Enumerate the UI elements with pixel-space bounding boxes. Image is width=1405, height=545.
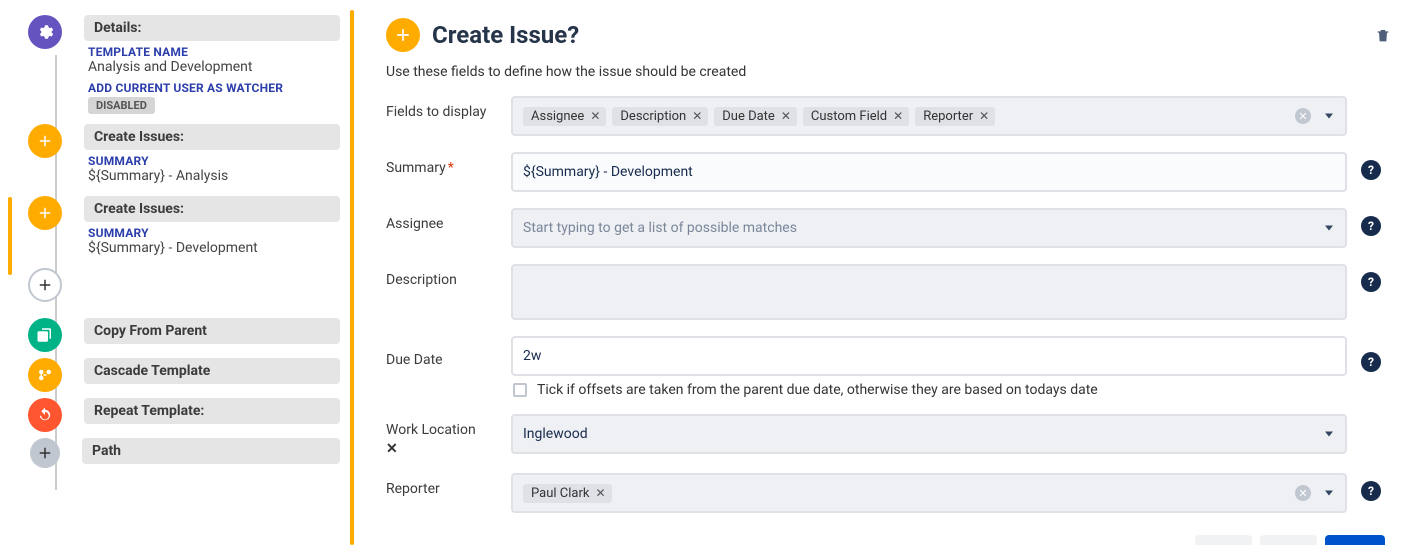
watcher-label: ADD CURRENT USER AS WATCHER bbox=[84, 81, 340, 95]
copy-parent-header: Copy From Parent bbox=[84, 318, 340, 344]
template-name-label: TEMPLATE NAME bbox=[84, 45, 340, 59]
chip-remove[interactable]: ✕ bbox=[979, 109, 989, 123]
timeline-node-copy-parent[interactable]: Copy From Parent bbox=[28, 318, 340, 352]
chip-remove[interactable]: ✕ bbox=[781, 109, 791, 123]
timeline-selection-indicator bbox=[8, 197, 12, 275]
create-1-summary-value: ${Summary} - Analysis bbox=[84, 168, 340, 184]
delete-button[interactable] bbox=[1375, 28, 1391, 48]
work-location-select[interactable]: Inglewood bbox=[511, 414, 1347, 454]
chip-remove[interactable]: ✕ bbox=[893, 109, 903, 123]
assignee-select[interactable]: Start typing to get a list of possible m… bbox=[511, 208, 1347, 248]
due-date-offset-checkbox[interactable]: Tick if offsets are taken from the paren… bbox=[511, 376, 1347, 398]
prev-button[interactable]: Prev bbox=[1195, 535, 1252, 545]
create-2-header: Create Issues: bbox=[84, 196, 340, 222]
plus-icon bbox=[30, 438, 60, 468]
chip-assignee: Assignee✕ bbox=[523, 107, 606, 126]
label-summary: Summary* bbox=[386, 152, 511, 176]
chip-due-date: Due Date✕ bbox=[714, 107, 797, 126]
chip-description: Description✕ bbox=[612, 107, 708, 126]
checkbox-icon bbox=[513, 383, 527, 397]
plus-icon bbox=[28, 124, 62, 158]
timeline-node-details[interactable]: Details: TEMPLATE NAME Analysis and Deve… bbox=[28, 15, 340, 114]
template-name-value: Analysis and Development bbox=[84, 59, 340, 75]
create-2-summary-label: SUMMARY bbox=[84, 226, 340, 240]
label-due-date: Due Date bbox=[386, 336, 511, 368]
chip-remove[interactable]: ✕ bbox=[692, 109, 702, 123]
cascade-header: Cascade Template bbox=[84, 358, 340, 384]
help-icon[interactable]: ? bbox=[1361, 481, 1381, 501]
help-icon[interactable]: ? bbox=[1361, 272, 1381, 292]
timeline-node-cascade[interactable]: Cascade Template bbox=[28, 358, 340, 392]
plus-icon bbox=[386, 18, 420, 52]
timeline-add-node[interactable] bbox=[28, 268, 340, 302]
fields-to-display-select[interactable]: Assignee✕ Description✕ Due Date✕ Custom … bbox=[511, 96, 1347, 136]
create-2-summary-value: ${Summary} - Development bbox=[84, 240, 340, 256]
chip-reporter: Reporter✕ bbox=[915, 107, 995, 126]
plus-icon bbox=[28, 268, 62, 302]
cascade-icon bbox=[28, 358, 62, 392]
label-description: Description bbox=[386, 264, 511, 288]
chip-reporter-user: Paul Clark✕ bbox=[523, 484, 612, 503]
label-fields-to-display: Fields to display bbox=[386, 96, 511, 120]
timeline-node-path[interactable]: Path bbox=[28, 438, 340, 468]
timeline-node-create-2[interactable]: Create Issues: SUMMARY ${Summary} - Deve… bbox=[28, 196, 340, 262]
gear-icon bbox=[28, 15, 62, 49]
chip-remove[interactable]: ✕ bbox=[590, 109, 600, 123]
copy-icon bbox=[28, 318, 62, 352]
save-button[interactable]: Save bbox=[1325, 535, 1385, 545]
create-1-header: Create Issues: bbox=[84, 124, 340, 150]
details-header: Details: bbox=[84, 15, 340, 41]
clear-all-icon[interactable]: ✕ bbox=[1295, 108, 1311, 124]
next-button[interactable]: Next bbox=[1260, 535, 1317, 545]
pane-title: Create Issue? bbox=[432, 21, 579, 49]
reporter-select[interactable]: Paul Clark✕ ✕ bbox=[511, 473, 1347, 513]
create-1-summary-label: SUMMARY bbox=[84, 154, 340, 168]
label-reporter: Reporter bbox=[386, 473, 511, 497]
watcher-badge: DISABLED bbox=[88, 97, 155, 114]
label-assignee: Assignee bbox=[386, 208, 511, 232]
chip-remove[interactable]: ✕ bbox=[595, 486, 605, 500]
pane-description: Use these fields to define how the issue… bbox=[386, 64, 1385, 80]
label-work-location: Work Location ✕ bbox=[386, 414, 511, 457]
repeat-icon bbox=[28, 398, 62, 432]
plus-icon bbox=[28, 196, 62, 230]
summary-input[interactable]: ${Summary} - Development bbox=[511, 152, 1347, 192]
timeline-pane: Details: TEMPLATE NAME Analysis and Deve… bbox=[0, 0, 350, 545]
form-pane: Create Issue? Use these fields to define… bbox=[354, 0, 1405, 545]
clear-all-icon[interactable]: ✕ bbox=[1295, 485, 1311, 501]
help-icon[interactable]: ? bbox=[1361, 160, 1381, 180]
path-header: Path bbox=[82, 438, 340, 464]
timeline-node-repeat[interactable]: Repeat Template: bbox=[28, 398, 340, 432]
timeline-node-create-1[interactable]: Create Issues: SUMMARY ${Summary} - Anal… bbox=[28, 124, 340, 190]
remove-field-button[interactable]: ✕ bbox=[386, 441, 511, 457]
help-icon[interactable]: ? bbox=[1361, 216, 1381, 236]
chip-custom-field: Custom Field✕ bbox=[803, 107, 909, 126]
description-textarea[interactable] bbox=[511, 264, 1347, 320]
help-icon[interactable]: ? bbox=[1361, 352, 1381, 372]
form-footer: Prev Next Save bbox=[386, 535, 1385, 545]
repeat-header: Repeat Template: bbox=[84, 398, 340, 424]
due-date-input[interactable]: 2w bbox=[511, 336, 1347, 376]
